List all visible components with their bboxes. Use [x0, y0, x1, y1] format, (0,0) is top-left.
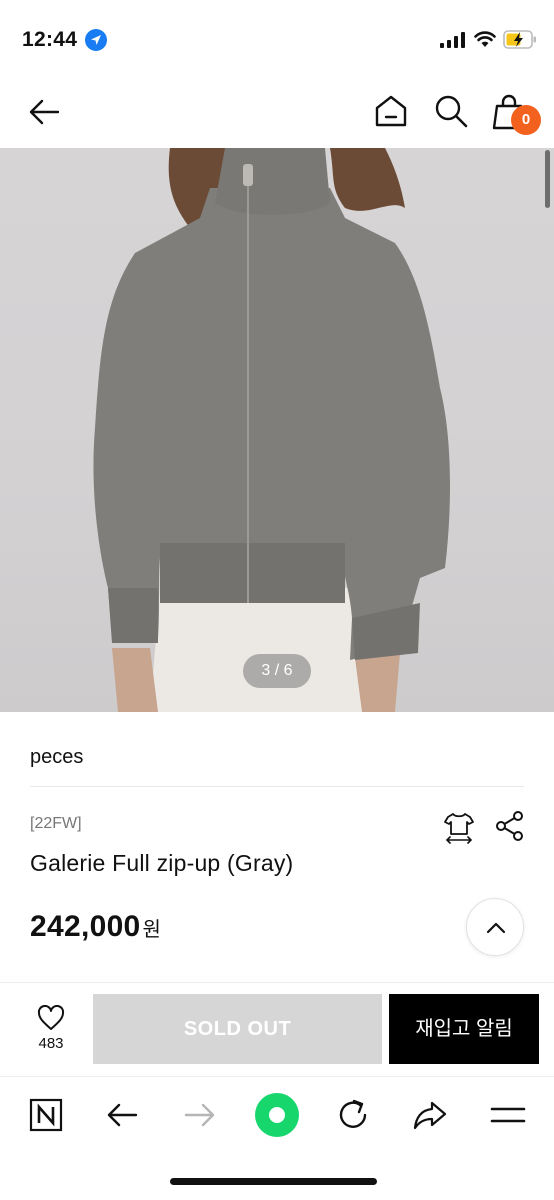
- menu-icon[interactable]: [488, 1095, 528, 1135]
- home-indicator: [170, 1178, 377, 1185]
- restock-alert-button[interactable]: 재입고 알림: [389, 994, 539, 1064]
- share-icon[interactable]: [494, 810, 526, 842]
- sold-out-button: SOLD OUT: [93, 994, 382, 1064]
- cellular-signal-icon: [440, 32, 465, 48]
- purchase-action-bar: 483 SOLD OUT 재입고 알림: [0, 982, 554, 1076]
- image-page-indicator: 3 / 6: [243, 654, 311, 688]
- battery-charging-icon: [503, 30, 536, 49]
- product-image-carousel[interactable]: 3 / 6: [0, 148, 554, 712]
- size-fit-icon[interactable]: [442, 810, 476, 844]
- naver-n-icon[interactable]: [26, 1095, 66, 1135]
- back-arrow-icon[interactable]: [102, 1095, 142, 1135]
- nav-bar: 0: [0, 80, 554, 148]
- heart-icon: [37, 1005, 65, 1030]
- refresh-icon[interactable]: [333, 1095, 373, 1135]
- scroll-indicator: [545, 150, 550, 208]
- like-button[interactable]: 483: [22, 1005, 80, 1052]
- cart-count-badge: 0: [511, 105, 541, 135]
- scroll-to-top-button[interactable]: [466, 898, 524, 956]
- product-photo: [93, 148, 450, 712]
- like-count: 483: [38, 1035, 64, 1052]
- price-currency: 원: [142, 919, 162, 941]
- search-icon[interactable]: [432, 92, 470, 130]
- home-icon[interactable]: [372, 92, 410, 130]
- divider: [30, 786, 524, 787]
- brand-name[interactable]: peces: [30, 746, 83, 769]
- location-arrow-icon: [85, 29, 107, 51]
- wifi-icon: [474, 31, 496, 47]
- status-time: 12:44: [22, 28, 78, 51]
- share-arrow-icon[interactable]: [410, 1095, 450, 1135]
- product-price: 242,000 원: [30, 910, 161, 944]
- back-arrow-icon[interactable]: [26, 94, 62, 130]
- forward-arrow-icon[interactable]: [180, 1095, 220, 1135]
- status-bar: 12:44: [0, 0, 554, 80]
- product-title: Galerie Full zip-up (Gray): [30, 850, 294, 876]
- chevron-up-icon: [486, 922, 506, 934]
- green-dot-icon[interactable]: [253, 1091, 301, 1139]
- season-label: [22FW]: [30, 815, 82, 832]
- price-value: 242,000: [30, 910, 141, 943]
